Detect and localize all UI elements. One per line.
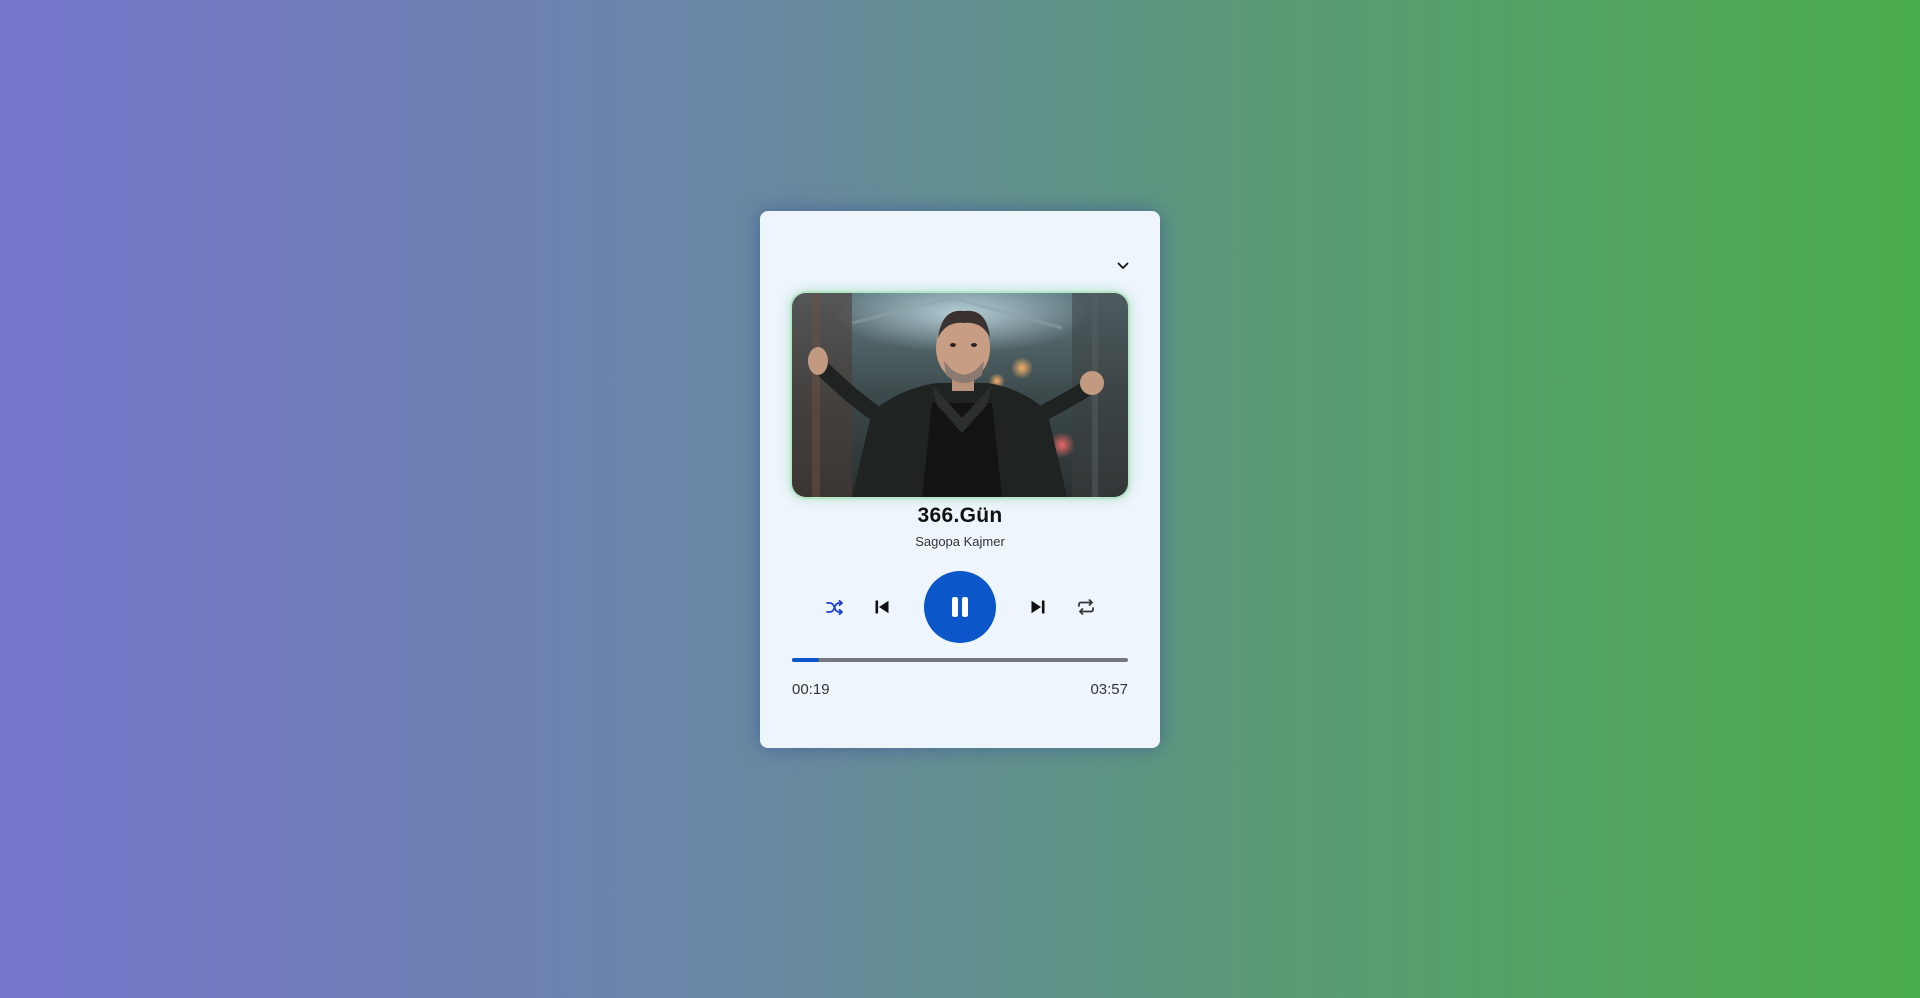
- play-pause-button[interactable]: [924, 571, 996, 643]
- song-artist: Sagopa Kajmer: [915, 534, 1005, 549]
- dropdown-button[interactable]: [1112, 255, 1134, 277]
- progress-bar[interactable]: [792, 658, 1128, 662]
- shuffle-icon: [825, 599, 843, 615]
- skip-next-icon: [1031, 600, 1045, 614]
- pause-icon: [952, 597, 968, 617]
- repeat-button[interactable]: [1074, 595, 1098, 619]
- current-time: 00:19: [792, 681, 830, 698]
- music-player-card: 366.Gün Sagopa Kajmer 00:19 03:57: [760, 211, 1160, 748]
- shuffle-button[interactable]: [822, 595, 846, 619]
- total-time: 03:57: [1090, 681, 1128, 698]
- repeat-icon: [1078, 599, 1094, 615]
- next-track-button[interactable]: [1026, 595, 1050, 619]
- playback-controls: [760, 571, 1160, 643]
- progress-fill: [792, 658, 819, 662]
- chevron-down-icon: [1117, 262, 1129, 269]
- song-title: 366.Gün: [917, 504, 1003, 527]
- album-cover-image: [792, 293, 1128, 497]
- skip-previous-icon: [875, 600, 889, 614]
- previous-track-button[interactable]: [870, 595, 894, 619]
